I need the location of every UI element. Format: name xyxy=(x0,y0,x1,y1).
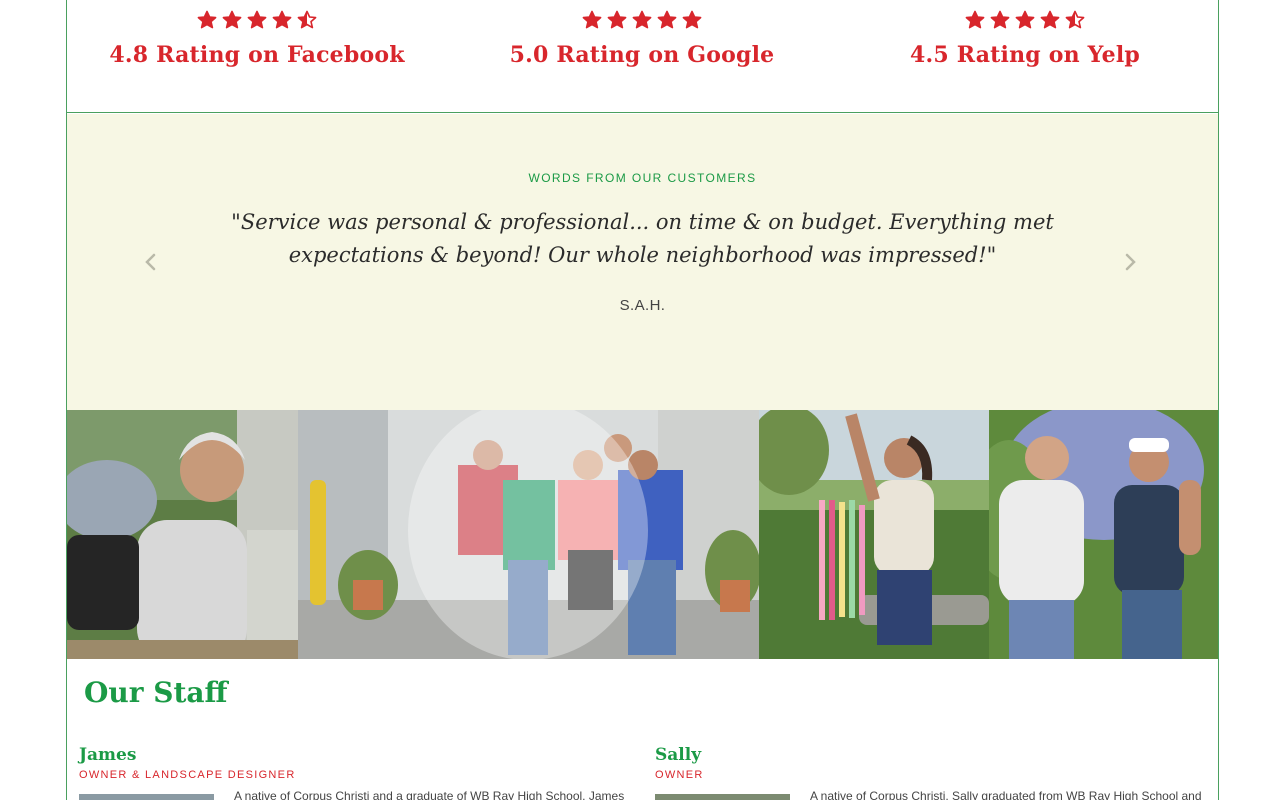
star-rating xyxy=(835,10,1215,30)
star-full-icon xyxy=(965,10,985,29)
rating-google: 5.0 Rating on Google xyxy=(452,0,832,68)
testimonial-carousel: WORDS FROM OUR CUSTOMERS "Service was pe… xyxy=(67,114,1218,410)
star-full-icon xyxy=(990,10,1010,29)
star-half-icon xyxy=(1065,10,1085,29)
ratings-strip: 4.8 Rating on Facebook 5.0 Rating on Goo… xyxy=(67,0,1218,113)
rating-yelp: 4.5 Rating on Yelp xyxy=(835,0,1215,68)
star-full-icon xyxy=(632,10,652,29)
staff-section-title: Our Staff xyxy=(84,676,228,709)
testimonial-quote: "Service was personal & professional... … xyxy=(231,210,1054,267)
staff-card-james: James OWNER & LANDSCAPE DESIGNER A nativ… xyxy=(79,745,639,800)
star-full-icon xyxy=(222,10,242,29)
rating-label: 4.5 Rating on Yelp xyxy=(910,42,1140,68)
rating-facebook: 4.8 Rating on Facebook xyxy=(67,0,447,68)
star-full-icon xyxy=(1015,10,1035,29)
staff-role: OWNER & LANDSCAPE DESIGNER xyxy=(79,769,296,781)
staff-name: Sally xyxy=(655,745,702,765)
staff-bio: A native of Corpus Christi, Sally gradua… xyxy=(810,789,1202,800)
staff-photo-woman-with-pot xyxy=(67,410,298,659)
staff-photo-woman-ribbons xyxy=(759,410,989,659)
staff-photo-group-splash xyxy=(298,410,759,659)
star-full-icon xyxy=(682,10,702,29)
star-full-icon xyxy=(247,10,267,29)
star-full-icon xyxy=(582,10,602,29)
testimonial-eyebrow: WORDS FROM OUR CUSTOMERS xyxy=(528,171,757,185)
star-rating xyxy=(67,10,447,30)
staff-photo-strip xyxy=(67,410,1218,659)
testimonial-author: S.A.H. xyxy=(619,297,666,314)
star-full-icon xyxy=(607,10,627,29)
rating-label: 5.0 Rating on Google xyxy=(509,42,775,68)
staff-thumbnail xyxy=(79,794,214,800)
star-full-icon xyxy=(272,10,292,29)
star-rating xyxy=(452,10,832,30)
star-full-icon xyxy=(657,10,677,29)
staff-role: OWNER xyxy=(655,769,704,781)
staff-name: James xyxy=(79,745,137,765)
rating-label: 4.8 Rating on Facebook xyxy=(109,42,405,68)
star-half-icon xyxy=(297,10,317,29)
staff-bio: A native of Corpus Christi and a graduat… xyxy=(234,789,625,800)
staff-photo-two-men xyxy=(989,410,1218,659)
staff-thumbnail xyxy=(655,794,790,800)
chevron-left-icon[interactable] xyxy=(139,250,163,274)
star-full-icon xyxy=(1040,10,1060,29)
staff-card-sally: Sally OWNER A native of Corpus Christi, … xyxy=(655,745,1215,800)
chevron-right-icon[interactable] xyxy=(1118,250,1142,274)
star-full-icon xyxy=(197,10,217,29)
